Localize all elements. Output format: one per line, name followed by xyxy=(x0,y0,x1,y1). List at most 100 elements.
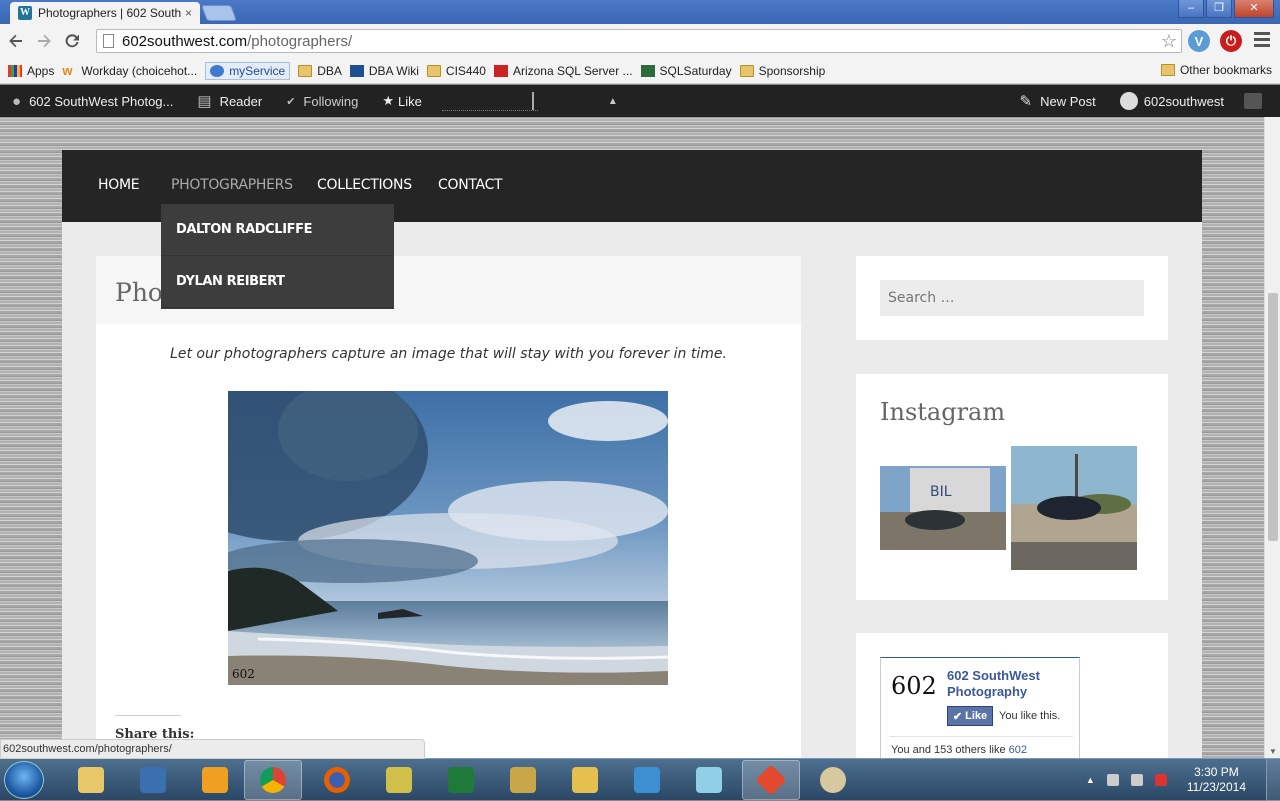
signal-icon[interactable] xyxy=(1130,774,1143,786)
sqlsaturday-icon xyxy=(640,64,655,77)
url-path: /photographers/ xyxy=(247,32,353,50)
dropdown-item-dylan-reibert[interactable]: DYLAN REIBERT xyxy=(161,256,394,308)
beach-sunset-photo[interactable]: 602 xyxy=(228,391,668,685)
taskbar-chrome[interactable] xyxy=(244,760,302,800)
scrollbar-thumb[interactable] xyxy=(1268,293,1278,541)
photographers-dropdown: DALTON RADCLIFFE DYLAN REIBERT xyxy=(161,204,394,309)
nav-collections[interactable]: COLLECTIONS xyxy=(317,177,412,193)
taskbar-git[interactable] xyxy=(742,760,800,800)
fb-count-text: You and 153 others like xyxy=(891,744,1009,756)
search-input[interactable] xyxy=(880,280,1144,316)
collapse-arrow-icon[interactable]: ▲ xyxy=(608,96,618,107)
admin-like[interactable]: ★ Like xyxy=(382,93,422,109)
address-bar[interactable]: 602southwest.com /photographers/ ☆ xyxy=(96,29,1182,53)
reload-button[interactable] xyxy=(60,29,84,53)
new-tab-button[interactable] xyxy=(201,5,237,21)
bookmark-workday[interactable]: w Workday (choicehot... xyxy=(62,64,197,78)
following-label: Following xyxy=(303,93,359,109)
page-scrollbar[interactable]: ▼ xyxy=(1264,117,1280,758)
remote-desktop-icon xyxy=(634,767,660,793)
extension-power-icon[interactable]: ⏻ xyxy=(1220,30,1242,52)
site-container: HOME PHOTOGRAPHERS COLLECTIONS CONTACT D… xyxy=(62,150,1202,758)
back-button[interactable] xyxy=(4,29,28,53)
bookmark-dba-wiki[interactable]: DBA Wiki xyxy=(349,63,419,78)
bookmark-star-icon[interactable]: ☆ xyxy=(1161,31,1177,52)
other-bookmarks[interactable]: Other bookmarks xyxy=(1160,63,1272,77)
notifications-icon[interactable] xyxy=(1244,93,1262,109)
instagram-image-graffiti-car: BIL xyxy=(880,446,1006,570)
tab-close-icon[interactable]: × xyxy=(185,6,192,20)
bookmark-label: myService xyxy=(229,63,286,78)
close-window-button[interactable]: ✕ xyxy=(1234,0,1274,18)
bookmark-label: DBA Wiki xyxy=(368,63,419,78)
browser-toolbar: 602southwest.com /photographers/ ☆ V ⏻ xyxy=(0,24,1280,58)
share-divider xyxy=(115,715,181,716)
dropdown-item-dalton-radcliffe[interactable]: DALTON RADCLIFFE xyxy=(161,204,394,256)
tagline: Let our photographers capture an image t… xyxy=(170,346,727,362)
instagram-photo-2[interactable] xyxy=(1011,446,1137,570)
taskbar-excel[interactable] xyxy=(432,760,490,800)
forward-button[interactable] xyxy=(32,29,56,53)
facebook-you-like: You like this. xyxy=(999,710,1061,722)
content-card: Photographers Let our photographers capt… xyxy=(96,256,801,758)
start-button[interactable] xyxy=(4,761,44,799)
admin-new-post[interactable]: ✎ New Post xyxy=(1020,92,1096,110)
firefox-icon xyxy=(324,767,350,793)
bookmark-apps[interactable]: Apps xyxy=(8,64,54,78)
taskbar-sql[interactable] xyxy=(556,760,614,800)
bookmark-cis440[interactable]: CIS440 xyxy=(426,64,486,78)
globe-icon: ● xyxy=(12,92,22,110)
bookmarks-bar: Apps w Workday (choicehot... myService D… xyxy=(0,58,1280,84)
new-post-pen-icon: ✎ xyxy=(1019,93,1033,110)
bookmark-arizona-sql[interactable]: Arizona SQL Server ... xyxy=(493,63,633,78)
bookmark-myservice[interactable]: myService xyxy=(205,61,291,80)
admin-bar-right: ✎ New Post 602southwest xyxy=(1008,85,1280,117)
admin-site-name[interactable]: ● 602 SouthWest Photog... xyxy=(12,93,173,110)
paint-icon xyxy=(820,767,846,793)
taskbar-network[interactable] xyxy=(124,760,182,800)
bookmark-sponsorship[interactable]: Sponsorship xyxy=(739,64,825,78)
admin-reader[interactable]: ▤ Reader xyxy=(197,92,262,110)
taskbar-notes[interactable] xyxy=(680,760,738,800)
window-controls: – ❐ ✕ xyxy=(1176,0,1274,18)
taskbar-remote[interactable] xyxy=(618,760,676,800)
bookmark-dba[interactable]: DBA xyxy=(298,64,342,78)
clock[interactable]: 3:30 PM 11/23/2014 xyxy=(1187,765,1246,795)
keys-icon xyxy=(386,767,412,793)
facebook-page-logo[interactable]: 602 xyxy=(891,672,941,708)
taskbar-paint[interactable] xyxy=(804,760,862,800)
taskbar-outlook[interactable] xyxy=(186,760,244,800)
scroll-down-arrow-icon[interactable]: ▼ xyxy=(1269,747,1277,756)
admin-user[interactable]: 602southwest xyxy=(1119,92,1224,110)
forward-arrow-icon xyxy=(38,34,51,48)
browser-tab[interactable]: W Photographers | 602 South × xyxy=(10,2,200,24)
taskbar-firefox[interactable] xyxy=(308,760,366,800)
tray-expand-icon[interactable]: ▲ xyxy=(1086,775,1095,785)
stats-sparkline[interactable] xyxy=(441,91,538,111)
show-desktop-button[interactable] xyxy=(1266,759,1280,801)
extension-v-icon[interactable]: V xyxy=(1188,30,1210,52)
network-icon xyxy=(140,767,166,793)
new-post-label: New Post xyxy=(1040,93,1096,109)
battery-icon[interactable] xyxy=(1106,774,1119,786)
bookmark-label: Arizona SQL Server ... xyxy=(512,63,633,78)
volume-muted-icon[interactable] xyxy=(1154,774,1167,786)
taskbar-explorer[interactable] xyxy=(62,760,120,800)
nav-home[interactable]: HOME xyxy=(98,177,140,193)
facebook-like-button[interactable]: ✔ Like xyxy=(947,706,993,726)
admin-following[interactable]: ✔ Following xyxy=(286,94,358,109)
chrome-menu-icon[interactable] xyxy=(1254,32,1270,50)
nav-photographers[interactable]: PHOTOGRAPHERS xyxy=(171,177,293,193)
outlook-icon xyxy=(202,767,228,793)
minimize-button[interactable]: – xyxy=(1178,0,1204,18)
other-bookmarks-label: Other bookmarks xyxy=(1179,63,1272,77)
site-name-label: 602 SouthWest Photog... xyxy=(29,93,174,109)
taskbar-keys[interactable] xyxy=(370,760,428,800)
taskbar-tools[interactable] xyxy=(494,760,552,800)
bookmark-sqlsaturday[interactable]: SQLSaturday xyxy=(640,64,732,78)
maximize-button[interactable]: ❐ xyxy=(1206,0,1232,18)
facebook-page-name[interactable]: 602 SouthWest Photography xyxy=(947,668,1079,700)
instagram-photo-1[interactable]: BIL xyxy=(880,446,1006,570)
nav-contact[interactable]: CONTACT xyxy=(438,177,503,193)
fb-count-link[interactable]: 602 xyxy=(1009,744,1027,756)
